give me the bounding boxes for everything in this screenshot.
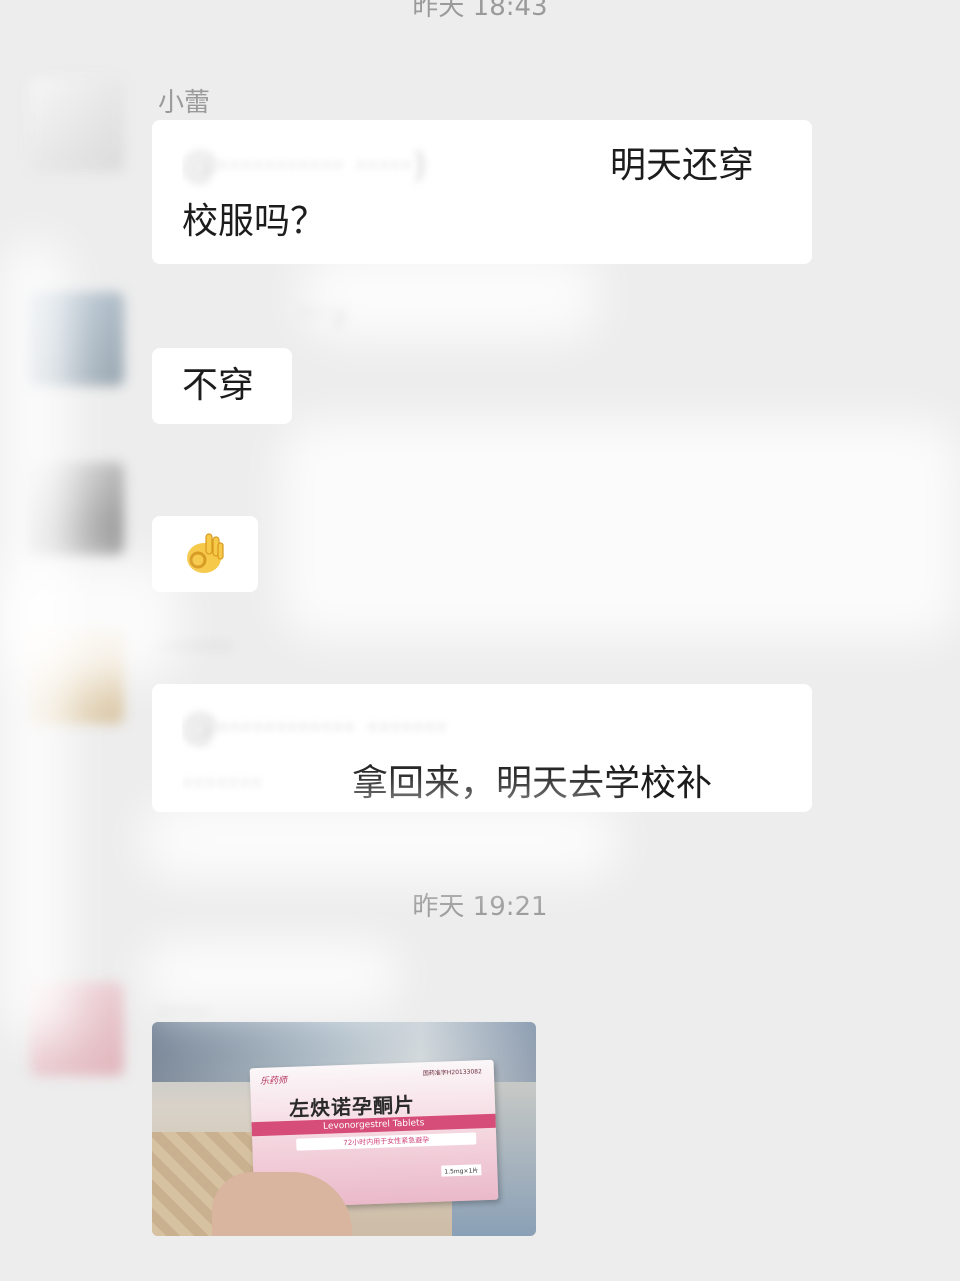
privacy-blur — [140, 800, 620, 880]
message-bubble[interactable]: @············ ······· ······· 拿回来，明天去学校补 — [152, 684, 812, 812]
message-text: 拿回来，明天去学校补 — [352, 763, 713, 804]
privacy-blur — [0, 240, 70, 1040]
timestamp: 昨天 19:21 — [412, 892, 548, 922]
box-usage-note: 72小时内用于女性紧急避孕 — [296, 1132, 477, 1151]
message-text: 不穿 — [182, 365, 255, 406]
privacy-blur — [280, 420, 960, 640]
timestamp: 昨天 18:43 — [412, 0, 548, 22]
avatar[interactable] — [30, 78, 124, 172]
mention-redacted: @············ ······· — [182, 707, 447, 748]
privacy-blur — [300, 250, 600, 340]
message-line: @············ ······· — [182, 700, 782, 756]
sender-name: 小蕾 — [158, 88, 211, 118]
message-bubble[interactable]: 不穿 — [152, 348, 292, 424]
ok-hand-icon — [187, 533, 224, 573]
photo-message[interactable]: 乐药师 国药准字H20133082 左炔诺孕酮片 Levonorgestrel … — [152, 1022, 536, 1236]
box-registration: 国药准字H20133082 — [422, 1068, 483, 1078]
chat-window[interactable]: 昨天 18:43 小蕾 @··········· ·····) 明天还穿 校服吗？… — [0, 0, 960, 1281]
box-dosage: 1.5mg×1片 — [441, 1164, 482, 1177]
box-brand: 乐药师 — [259, 1076, 288, 1087]
mention-redacted: @··········· ·····) — [182, 145, 427, 186]
message-line: @··········· ·····) 明天还穿 — [182, 138, 782, 194]
privacy-blur — [140, 940, 400, 1010]
message-text: 校服吗？ — [182, 201, 327, 242]
message-bubble[interactable]: @··········· ·····) 明天还穿 校服吗？ — [152, 120, 812, 264]
message-text: 明天还穿 — [610, 145, 755, 186]
